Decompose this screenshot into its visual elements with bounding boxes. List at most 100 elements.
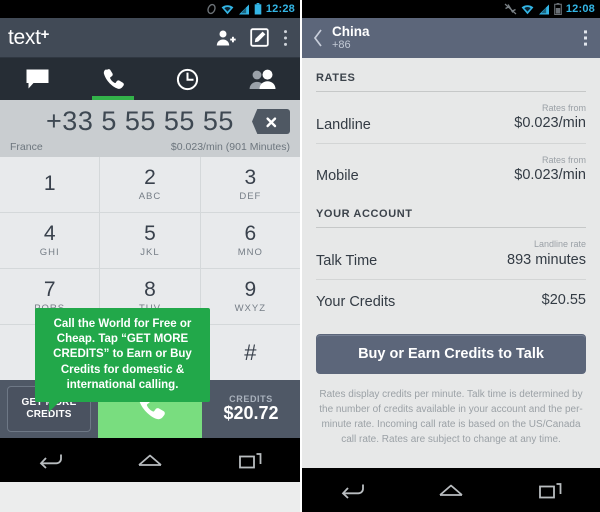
app-bar: text + [0, 18, 300, 58]
key-digit: 5 [144, 222, 156, 246]
row-value: $0.023/min [514, 115, 586, 132]
key-digit: 1 [43, 171, 56, 195]
key-digit: # [244, 339, 257, 365]
key-9[interactable]: 9 WXYZ [200, 269, 300, 324]
signal-icon [238, 4, 250, 15]
system-nav-bar [0, 438, 300, 482]
system-nav-bar [302, 468, 600, 512]
section-heading-account: YOUR ACCOUNT [316, 194, 586, 229]
phone-screen-rates: 12:08 China +86 RATES Landline Rates fro… [300, 0, 600, 512]
rate-row-mobile[interactable]: Mobile Rates from $0.023/min [316, 144, 586, 195]
vibrate-off-icon [504, 3, 517, 15]
section-heading-rates: RATES [316, 58, 586, 92]
key-letters: GHI [39, 246, 60, 258]
row-value: 893 minutes [507, 251, 586, 268]
key-digit: 7 [43, 278, 56, 302]
tab-recents[interactable] [150, 58, 225, 100]
nav-recents-button[interactable] [220, 438, 280, 482]
app-logo-plus: + [40, 25, 50, 43]
row-label: Talk Time [316, 253, 378, 270]
nav-home-button[interactable] [421, 468, 481, 512]
row-value-group: Landline rate 893 minutes [507, 239, 586, 269]
battery-icon [554, 3, 562, 15]
add-contact-icon[interactable] [216, 29, 236, 47]
compose-icon[interactable] [250, 28, 269, 47]
wifi-icon [221, 4, 234, 15]
key-4[interactable]: 4 GHI [0, 213, 100, 268]
phone-screen-dialer: 12:28 text + +33 5 55 55 55 France $0.02… [0, 0, 300, 512]
dialer-display: +33 5 55 55 55 France $0.023/min (901 Mi… [0, 100, 300, 157]
dialed-number-row: +33 5 55 55 55 [10, 106, 290, 137]
key-digit: 3 [244, 166, 257, 190]
backspace-icon[interactable] [252, 109, 290, 134]
page-title: China [332, 23, 370, 39]
tab-contacts[interactable] [225, 58, 300, 100]
battery-icon [254, 3, 262, 15]
screenshot-root: 12:28 text + +33 5 55 55 55 France $0.02… [0, 0, 600, 512]
row-label: Landline [316, 116, 371, 133]
row-note: Rates from [541, 154, 586, 165]
row-label: Mobile [316, 168, 359, 185]
key-digit: 8 [144, 278, 156, 302]
dialer-country: France [10, 141, 43, 153]
tooltip-text: Call the World for Free or Cheap. Tap “G… [53, 318, 192, 391]
status-bar: 12:28 [0, 0, 300, 18]
row-label: Your Credits [316, 293, 396, 310]
page-header: China +86 [302, 18, 600, 58]
header-title-group: China +86 [332, 24, 370, 52]
key-3[interactable]: 3 DEF [200, 157, 300, 212]
tab-phone[interactable] [75, 58, 150, 100]
wifi-icon [521, 4, 534, 15]
signal-icon [538, 4, 550, 15]
key-digit: 2 [144, 166, 156, 190]
key-letters: JKL [140, 246, 160, 258]
row-value-group: Rates from $0.023/min [514, 155, 586, 185]
key-2[interactable]: 2 ABC [100, 157, 200, 212]
tab-messages[interactable] [0, 58, 75, 100]
key-letters: DEF [239, 190, 262, 202]
row-value-group: Rates from $0.023/min [514, 103, 586, 133]
dialer-rate-row: France $0.023/min (901 Minutes) [10, 141, 290, 153]
dialed-number[interactable]: +33 5 55 55 55 [10, 106, 252, 137]
tooltip-tail [49, 400, 60, 412]
key-digit: 4 [43, 222, 56, 246]
account-row-your-credits[interactable]: Your Credits $20.55 [316, 280, 586, 319]
key-6[interactable]: 6 MNO [200, 213, 300, 268]
nav-recents-button[interactable] [520, 468, 580, 512]
row-note: Landline rate [533, 239, 586, 250]
rates-disclaimer: Rates display credits per minute. Talk t… [319, 388, 583, 445]
key-digit: 9 [244, 278, 257, 302]
row-value: $20.55 [541, 292, 586, 309]
status-bar: 12:08 [302, 0, 600, 18]
tab-bar [0, 58, 300, 100]
status-bar-clock: 12:28 [265, 3, 295, 15]
rotation-lock-icon [206, 3, 217, 15]
key-letters: MNO [237, 246, 263, 258]
status-bar-clock: 12:08 [565, 3, 595, 15]
tooltip-callout[interactable]: Call the World for Free or Cheap. Tap “G… [35, 308, 210, 412]
credits-balance[interactable]: CREDITS $20.72 [202, 380, 300, 438]
app-logo-text: text [8, 25, 41, 49]
key-1[interactable]: 1 [0, 157, 100, 212]
row-note: Rates from [541, 103, 586, 113]
account-row-talk-time[interactable]: Talk Time Landline rate 893 minutes [316, 228, 586, 281]
rate-row-landline[interactable]: Landline Rates from $0.023/min [316, 92, 586, 144]
row-value-group: $20.55 [542, 291, 586, 309]
overflow-menu-icon[interactable] [583, 29, 592, 47]
nav-back-button[interactable] [322, 468, 382, 512]
key-hash[interactable]: # [200, 325, 300, 380]
key-letters: ABC [138, 190, 162, 202]
key-5[interactable]: 5 JKL [100, 213, 200, 268]
page-subtitle: +86 [332, 39, 351, 52]
key-letters: WXYZ [234, 302, 267, 314]
dialer-rate: $0.023/min (901 Minutes) [170, 141, 290, 153]
row-value: $0.023/min [514, 167, 586, 184]
overflow-menu-icon[interactable] [283, 29, 288, 47]
back-chevron-icon[interactable] [310, 28, 326, 48]
nav-back-button[interactable] [20, 438, 80, 482]
app-bar-actions [216, 28, 292, 47]
buy-credits-button[interactable]: Buy or Earn Credits to Talk [316, 333, 586, 374]
nav-home-button[interactable] [120, 438, 180, 482]
key-digit: 6 [244, 222, 257, 246]
app-logo: text + [8, 26, 49, 50]
